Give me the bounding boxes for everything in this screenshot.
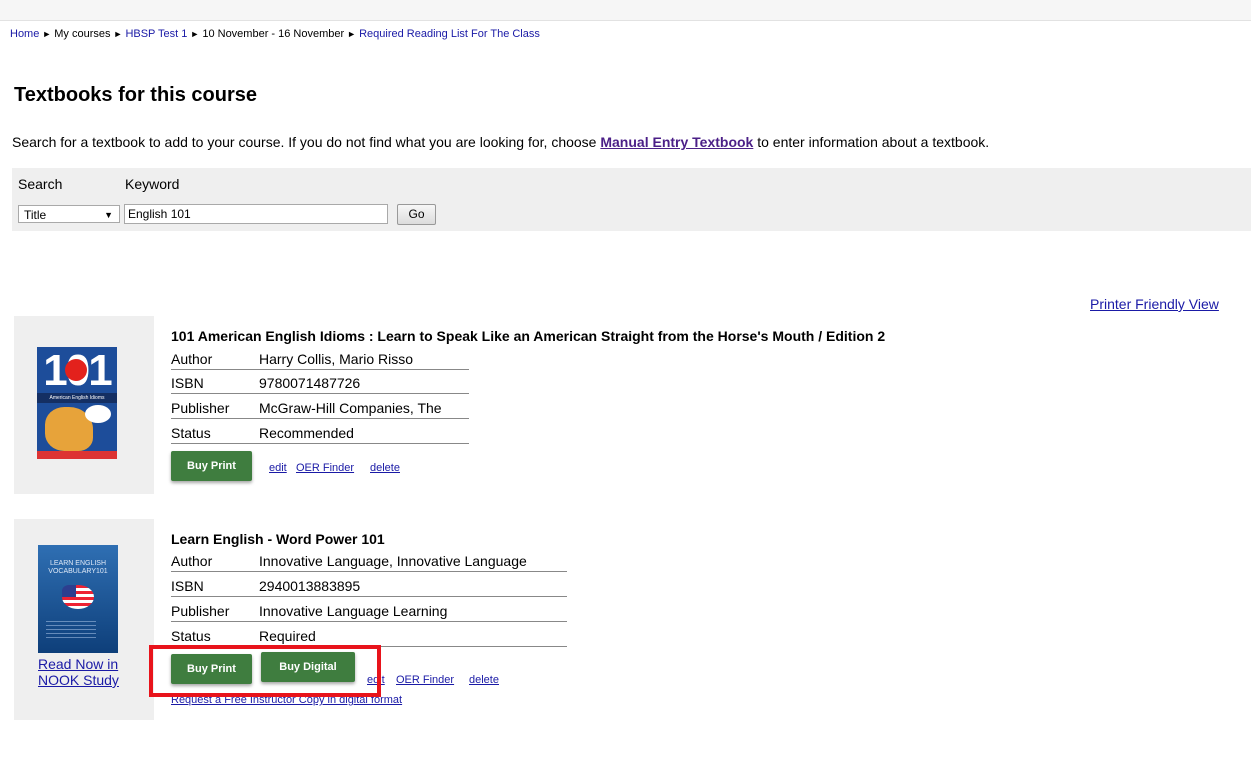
publisher-value: McGraw-Hill Companies, The xyxy=(259,400,442,416)
read-now-nook-link[interactable]: Read Now in NOOK Study xyxy=(38,656,138,688)
us-flag-icon xyxy=(62,585,94,609)
breadcrumb-separator: ► xyxy=(190,29,200,39)
chevron-down-icon: ▼ xyxy=(104,210,113,220)
book-author-row: Author Harry Collis, Mario Risso xyxy=(171,349,469,370)
book-cover-image: 101 American English Idioms xyxy=(37,347,117,459)
author-label: Author xyxy=(171,553,213,569)
breadcrumb-week: 10 November - 16 November xyxy=(202,28,345,40)
page-title: Textbooks for this course xyxy=(14,84,258,106)
book-isbn-row: ISBN 9780071487726 xyxy=(171,373,469,394)
row-divider xyxy=(171,418,469,419)
cover-bottom-band xyxy=(37,451,117,459)
breadcrumb-reading-list[interactable]: Required Reading List For The Class xyxy=(359,28,540,40)
intro-text: Search for a textbook to add to your cou… xyxy=(12,134,989,150)
cover-red-dot xyxy=(65,359,87,381)
book-cover-image: LEARN ENGLISH VOCABULARY101 xyxy=(38,545,118,653)
manual-entry-link[interactable]: Manual Entry Textbook xyxy=(600,134,753,150)
book-publisher-row: Publisher McGraw-Hill Companies, The xyxy=(171,398,469,419)
isbn-label: ISBN xyxy=(171,375,204,391)
status-value: Required xyxy=(259,628,316,644)
search-type-value: Title xyxy=(24,208,47,222)
cover-title: LEARN ENGLISH VOCABULARY101 xyxy=(48,560,108,575)
breadcrumb: Home ► My courses ► HBSP Test 1 ► 10 November … xyxy=(10,28,540,40)
status-value: Recommended xyxy=(259,425,354,441)
author-value: Harry Collis, Mario Risso xyxy=(259,351,414,367)
keyword-input[interactable]: English 101 xyxy=(124,204,388,224)
book-title: Learn English - Word Power 101 xyxy=(171,531,385,547)
oer-finder-link[interactable]: OER Finder xyxy=(396,674,454,686)
cover-speech-bubble xyxy=(85,405,111,423)
search-type-select[interactable]: Title ▼ xyxy=(18,205,120,223)
row-divider xyxy=(171,621,567,622)
book-author-row: Author Innovative Language, Innovative L… xyxy=(171,551,567,572)
book-isbn-row: ISBN 2940013883895 xyxy=(171,576,567,597)
publisher-value: Innovative Language Learning xyxy=(259,603,448,619)
search-label: Search xyxy=(18,176,63,192)
isbn-label: ISBN xyxy=(171,578,204,594)
top-bar xyxy=(0,0,1251,21)
cover-band: American English Idioms xyxy=(37,393,117,403)
cover-text-lines xyxy=(46,621,96,641)
breadcrumb-separator: ► xyxy=(113,29,123,39)
row-divider xyxy=(171,443,469,444)
row-divider xyxy=(171,369,469,370)
breadcrumb-separator: ► xyxy=(347,29,357,39)
intro-after: to enter information about a textbook. xyxy=(753,134,990,150)
isbn-value: 9780071487726 xyxy=(259,375,361,391)
row-divider xyxy=(171,596,567,597)
oer-finder-link[interactable]: OER Finder xyxy=(296,462,354,474)
row-divider xyxy=(171,571,567,572)
publisher-label: Publisher xyxy=(171,603,230,619)
highlight-box xyxy=(149,645,381,697)
delete-link[interactable]: delete xyxy=(469,674,499,686)
book-status-row: Status Required xyxy=(171,626,567,647)
status-label: Status xyxy=(171,425,211,441)
publisher-label: Publisher xyxy=(171,400,230,416)
breadcrumb-home[interactable]: Home xyxy=(10,28,39,40)
printer-friendly-link[interactable]: Printer Friendly View xyxy=(1090,296,1219,312)
go-button[interactable]: Go xyxy=(397,204,436,225)
book-title: 101 American English Idioms : Learn to S… xyxy=(171,328,886,344)
breadcrumb-course[interactable]: HBSP Test 1 xyxy=(125,28,187,40)
isbn-value: 2940013883895 xyxy=(259,578,361,594)
delete-link[interactable]: delete xyxy=(370,462,400,474)
book-status-row: Status Recommended xyxy=(171,423,469,444)
book-publisher-row: Publisher Innovative Language Learning xyxy=(171,601,567,622)
author-value: Innovative Language, Innovative Language xyxy=(259,553,527,569)
keyword-label: Keyword xyxy=(125,176,180,192)
status-label: Status xyxy=(171,628,211,644)
edit-link[interactable]: edit xyxy=(269,462,287,474)
search-panel: Search Keyword Title ▼ English 101 Go xyxy=(12,168,1251,231)
breadcrumb-my-courses[interactable]: My courses xyxy=(54,28,110,40)
author-label: Author xyxy=(171,351,213,367)
breadcrumb-separator: ► xyxy=(42,29,52,39)
buy-print-button[interactable]: Buy Print xyxy=(171,451,252,481)
row-divider xyxy=(171,393,469,394)
intro-before: Search for a textbook to add to your cou… xyxy=(12,134,601,150)
